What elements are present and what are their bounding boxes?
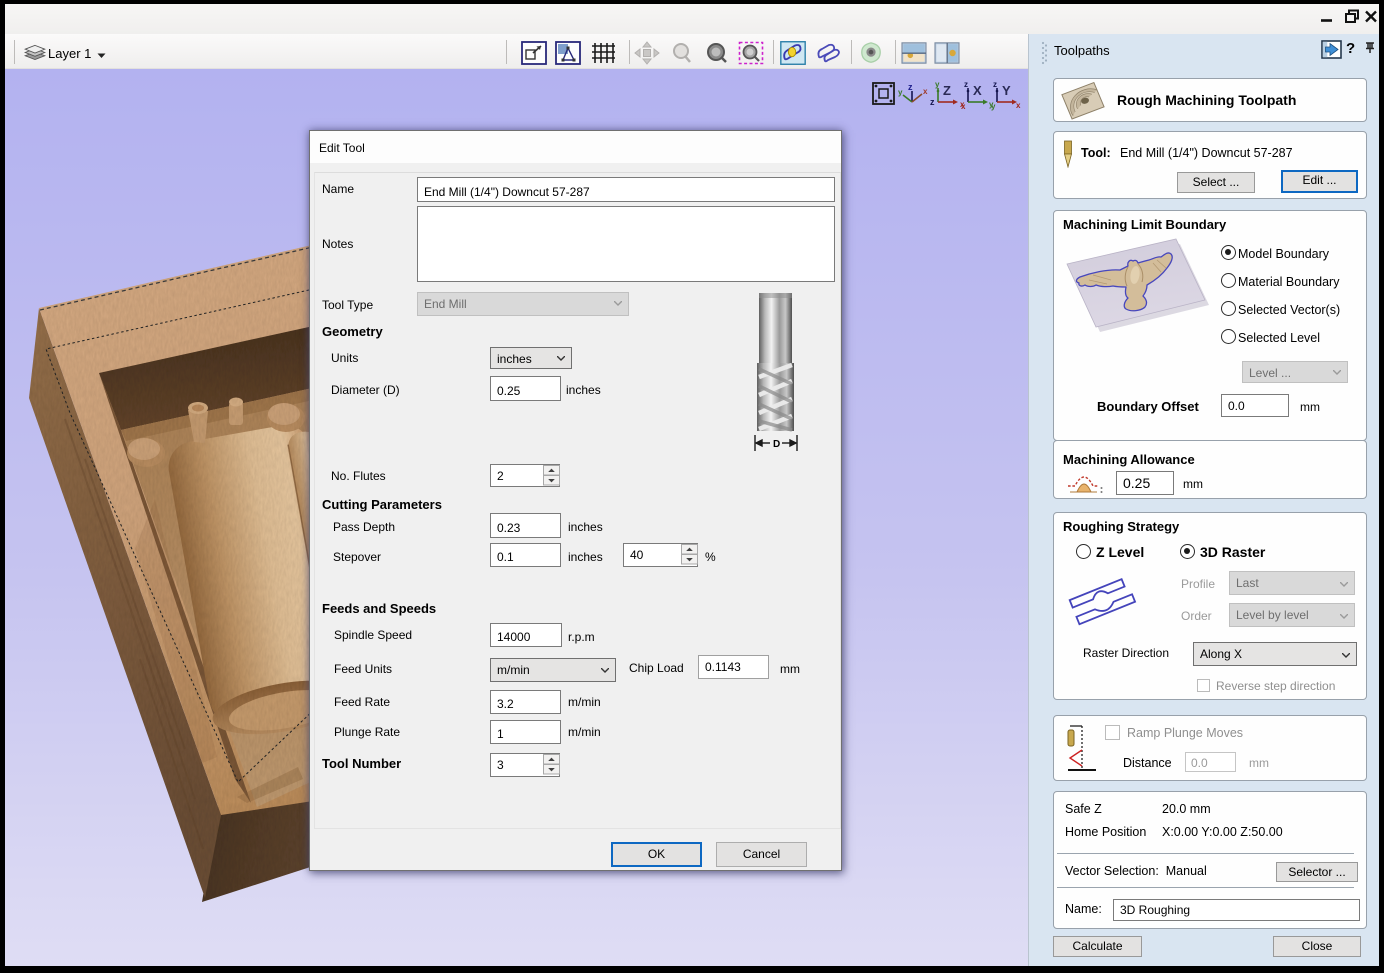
- svg-text:z: z: [964, 80, 968, 89]
- svg-text:z: z: [993, 80, 997, 89]
- svg-text:z: z: [908, 82, 913, 92]
- svg-text:y: y: [935, 80, 940, 89]
- svg-text:x: x: [1016, 101, 1021, 110]
- svg-text:X: X: [973, 83, 982, 98]
- svg-text:Z: Z: [943, 83, 951, 98]
- svg-text:y: y: [898, 88, 903, 97]
- svg-text:D: D: [773, 439, 780, 450]
- svg-text:z: z: [930, 97, 935, 107]
- svg-text:Y: Y: [1002, 83, 1011, 98]
- svg-text:x: x: [923, 87, 928, 96]
- svg-text:x: x: [960, 100, 965, 109]
- svg-text:y: y: [989, 100, 994, 109]
